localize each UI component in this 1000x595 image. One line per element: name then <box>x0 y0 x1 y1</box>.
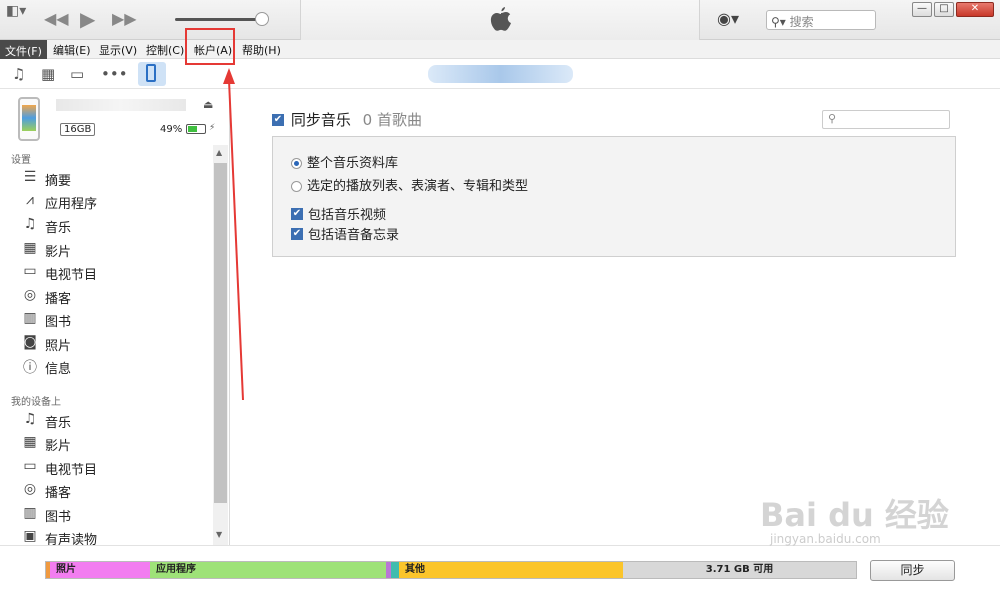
fast-forward-icon[interactable]: ▶▶ <box>112 11 137 27</box>
iphone-icon <box>146 64 156 82</box>
sync-music-header: ✔ 同步音乐 0 首歌曲 <box>272 109 422 130</box>
sidebar-item-summary[interactable]: ☰ 摘要 <box>20 168 210 190</box>
main-panel: ✔ 同步音乐 0 首歌曲 ⚲ 整个音乐资料库 选定的播放列表、表演者、专辑和类型… <box>231 90 1000 545</box>
device-button[interactable] <box>138 62 166 86</box>
radio-on-icon <box>291 158 302 169</box>
menu-help[interactable]: 帮助(H) <box>242 42 281 58</box>
bottom-bar: 照片 应用程序 其他 3.71 GB 可用 同步 <box>0 545 1000 595</box>
radio-off-icon <box>291 181 302 192</box>
music-search-field[interactable]: ⚲ <box>822 110 950 129</box>
sidebar-item-info[interactable]: ⓘ 信息 <box>20 356 210 378</box>
book-icon: ▥ <box>23 505 37 521</box>
list-icon: ☰ <box>23 169 37 185</box>
sidebar-item-podcasts[interactable]: ◎ 播客 <box>20 286 210 308</box>
movies-icon[interactable]: ▦ <box>41 65 55 83</box>
battery-percent: 49% <box>160 124 183 135</box>
capacity-badge: 16GB <box>60 123 96 136</box>
apple-logo-icon <box>490 7 511 31</box>
search-field[interactable]: ⚲▾ 搜索 <box>766 10 876 30</box>
search-placeholder: 搜索 <box>789 15 814 29</box>
account-icon[interactable]: ◉▾ <box>717 11 739 27</box>
song-count: 0 首歌曲 <box>362 111 422 129</box>
status-display <box>300 0 700 40</box>
iphone-thumbnail <box>18 97 40 141</box>
storage-segment-misc <box>386 562 399 578</box>
device-item-movies[interactable]: ▦ 影片 <box>20 433 210 455</box>
sidebar-item-movies[interactable]: ▦ 影片 <box>20 239 210 261</box>
music-icon[interactable]: ♫ <box>12 65 25 83</box>
storage-bar: 照片 应用程序 其他 3.71 GB 可用 <box>45 561 857 579</box>
checkbox-checked-icon: ✔ <box>291 207 303 220</box>
sidebar-menu-icon[interactable]: ◧▾ <box>6 4 26 18</box>
more-icon[interactable]: ••• <box>101 65 128 83</box>
watermark-url: jingyan.baidu.com <box>770 532 881 546</box>
storage-segment-photos: 照片 <box>46 562 150 578</box>
music-note-icon: ♫ <box>23 411 37 427</box>
storage-segment-apps: 应用程序 <box>150 562 386 578</box>
include-voice-memos[interactable]: ✔ 包括语音备忘录 <box>291 224 399 243</box>
audiobook-icon: ▣ <box>23 528 37 544</box>
charging-icon: ⚡ <box>209 123 216 133</box>
podcast-icon: ◎ <box>23 481 37 497</box>
sidebar-item-music[interactable]: ♫ 音乐 <box>20 215 210 237</box>
search-icon: ⚲▾ <box>771 15 786 29</box>
watermark: Bai du 经验 <box>760 496 949 534</box>
title-bar: ◧▾ ◀◀ ▶ ▶▶ ◉▾ ⚲▾ 搜索 — □ ✕ <box>0 0 1000 40</box>
device-name-blurred <box>56 99 186 111</box>
radio-entire-library[interactable]: 整个音乐资料库 <box>291 152 398 171</box>
close-button[interactable]: ✕ <box>956 2 994 17</box>
device-item-books[interactable]: ▥ 图书 <box>20 504 210 526</box>
device-item-music[interactable]: ♫ 音乐 <box>20 410 210 432</box>
on-device-header: 我的设备上 <box>11 397 61 408</box>
battery-icon <box>186 124 206 134</box>
play-icon[interactable]: ▶ <box>80 9 95 29</box>
menu-bar: 文件(F) 编辑(E) 显示(V) 控制(C) 帐户(A) 帮助(H) <box>0 40 1000 59</box>
sync-options-box: 整个音乐资料库 选定的播放列表、表演者、专辑和类型 ✔ 包括音乐视频 ✔ 包括语音备… <box>272 136 956 257</box>
podcast-icon: ◎ <box>23 287 37 303</box>
storage-segment-other: 其他 <box>399 562 623 578</box>
volume-slider[interactable] <box>175 18 265 21</box>
device-item-podcasts[interactable]: ◎ 播客 <box>20 480 210 502</box>
highlight-box <box>185 28 235 65</box>
film-icon: ▦ <box>23 240 37 256</box>
menu-view[interactable]: 显示(V) <box>99 42 137 58</box>
checkbox-checked-icon: ✔ <box>291 227 303 240</box>
info-icon: ⓘ <box>23 360 37 376</box>
menu-file[interactable]: 文件(F) <box>0 40 47 59</box>
scroll-up-icon[interactable]: ▲ <box>216 148 222 157</box>
sidebar-scroll-thumb[interactable] <box>214 163 227 503</box>
rewind-icon[interactable]: ◀◀ <box>44 11 69 27</box>
music-note-icon: ♫ <box>23 216 37 232</box>
sync-music-checkbox[interactable]: ✔ <box>272 113 284 126</box>
tv-icon[interactable]: ▭ <box>70 65 84 83</box>
tv-icon: ▭ <box>23 263 37 279</box>
include-music-videos[interactable]: ✔ 包括音乐视频 <box>291 204 386 223</box>
sync-button[interactable]: 同步 <box>870 560 955 581</box>
settings-header: 设置 <box>11 155 31 166</box>
tv-icon: ▭ <box>23 458 37 474</box>
apps-icon: ⩘ <box>26 192 34 208</box>
storage-free-label: 3.71 GB 可用 <box>623 562 856 578</box>
sidebar-item-books[interactable]: ▥ 图书 <box>20 309 210 331</box>
menu-controls[interactable]: 控制(C) <box>146 42 184 58</box>
media-toolbar: ♫ ▦ ▭ ••• <box>0 59 1000 89</box>
book-icon: ▥ <box>23 310 37 326</box>
sidebar: ⏏ 16GB 49% ⚡ 设置 ☰ 摘要 ⩘ 应用程序 ♫ 音乐 ▦ 影片 ▭ 电视节目 … <box>0 90 230 548</box>
device-item-tv[interactable]: ▭ 电视节目 <box>20 457 210 479</box>
sync-music-title: 同步音乐 <box>290 111 351 129</box>
volume-knob[interactable] <box>255 12 269 26</box>
menu-edit[interactable]: 编辑(E) <box>53 42 91 58</box>
minimize-button[interactable]: — <box>912 2 932 17</box>
sidebar-item-tv[interactable]: ▭ 电视节目 <box>20 262 210 284</box>
maximize-button[interactable]: □ <box>934 2 954 17</box>
device-name-tab[interactable] <box>428 65 573 83</box>
sidebar-item-photos[interactable]: ◙ 照片 <box>20 333 210 355</box>
camera-icon: ◙ <box>23 334 37 350</box>
scroll-down-icon[interactable]: ▼ <box>216 530 222 539</box>
eject-icon[interactable]: ⏏ <box>203 98 213 111</box>
radio-selected-items[interactable]: 选定的播放列表、表演者、专辑和类型 <box>291 175 528 194</box>
search-icon: ⚲ <box>828 112 837 125</box>
film-icon: ▦ <box>23 434 37 450</box>
sidebar-item-apps[interactable]: ⩘ 应用程序 <box>20 191 210 213</box>
